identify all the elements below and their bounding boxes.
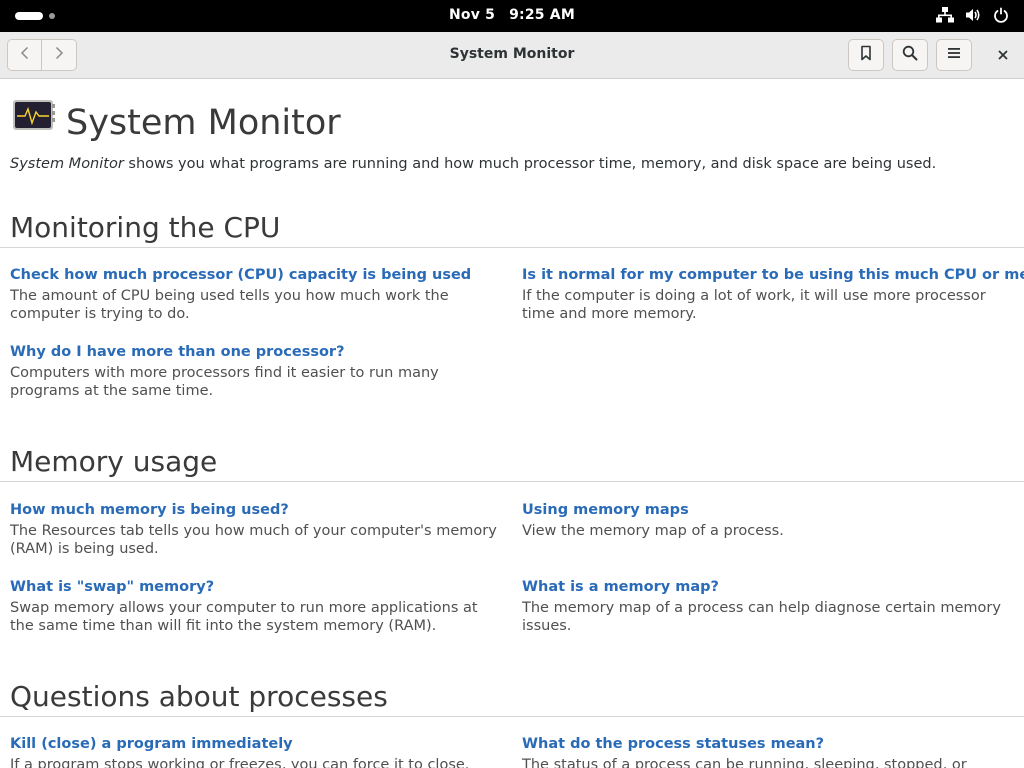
topic-link-what-memory-map: What is a memory map? The memory map of … xyxy=(522,578,1017,635)
topic-description: The Resources tab tells you how much of … xyxy=(10,523,497,557)
header-actions xyxy=(848,39,972,71)
power-icon[interactable] xyxy=(992,6,1010,24)
network-icon[interactable] xyxy=(936,6,954,24)
section-title-processes: Questions about processes xyxy=(10,680,388,713)
page-header: System Monitor xyxy=(12,99,341,143)
system-tray[interactable] xyxy=(936,6,1010,24)
topic-description: The status of a process can be running, … xyxy=(522,757,967,768)
help-content: System Monitor System Monitor shows you … xyxy=(0,80,1024,768)
clock-date: Nov 5 xyxy=(449,7,496,23)
section-divider xyxy=(0,481,1024,482)
topic-link-kill-program: Kill (close) a program immediately If a … xyxy=(10,735,505,768)
topic-link[interactable]: How much memory is being used? xyxy=(10,501,505,519)
topic-link-process-statuses: What do the process statuses mean? The s… xyxy=(522,735,1017,768)
bookmark-button[interactable] xyxy=(848,39,884,71)
topic-link-swap-memory: What is "swap" memory? Swap memory allow… xyxy=(10,578,505,635)
topic-link[interactable]: What is "swap" memory? xyxy=(10,578,505,596)
section-divider xyxy=(0,247,1024,248)
search-icon xyxy=(902,45,918,65)
topic-link[interactable]: What is a memory map? xyxy=(522,578,1017,596)
topic-link[interactable]: Is it normal for my computer to be using… xyxy=(522,266,1024,284)
topic-link-cpu-capacity: Check how much processor (CPU) capacity … xyxy=(10,266,505,323)
topic-description: Computers with more processors find it e… xyxy=(10,365,439,399)
topic-link-memory-maps: Using memory maps View the memory map of… xyxy=(522,501,1017,540)
bookmark-icon xyxy=(858,45,874,65)
menu-button[interactable] xyxy=(936,39,972,71)
top-bar: Nov 5 9:25 AM xyxy=(0,0,1024,32)
intro-app-name: System Monitor xyxy=(10,156,124,172)
topic-link[interactable]: Why do I have more than one processor? xyxy=(10,343,505,361)
topic-link[interactable]: Kill (close) a program immediately xyxy=(10,735,505,753)
topic-link-cpu-normal: Is it normal for my computer to be using… xyxy=(522,266,1024,323)
topic-description: View the memory map of a process. xyxy=(522,523,784,539)
section-divider xyxy=(0,716,1024,717)
section-title-cpu: Monitoring the CPU xyxy=(10,211,281,244)
topic-link[interactable]: Using memory maps xyxy=(522,501,1017,519)
clock-time: 9:25 AM xyxy=(509,7,575,23)
intro-text: System Monitor shows you what programs a… xyxy=(10,156,936,172)
intro-description: shows you what programs are running and … xyxy=(123,156,937,172)
topic-description: If a program stops working or freezes, y… xyxy=(10,757,470,768)
close-button[interactable] xyxy=(994,46,1012,64)
topic-description: If the computer is doing a lot of work, … xyxy=(522,288,986,322)
system-monitor-icon xyxy=(12,99,56,133)
header-bar: System Monitor xyxy=(0,32,1024,79)
close-icon xyxy=(997,46,1009,65)
topic-link[interactable]: Check how much processor (CPU) capacity … xyxy=(10,266,505,284)
section-title-memory: Memory usage xyxy=(10,445,218,478)
topic-description: Swap memory allows your computer to run … xyxy=(10,600,478,634)
topic-link[interactable]: What do the process statuses mean? xyxy=(522,735,1017,753)
search-button[interactable] xyxy=(892,39,928,71)
menu-icon xyxy=(946,45,962,65)
topic-link-memory-used: How much memory is being used? The Resou… xyxy=(10,501,505,558)
clock[interactable]: Nov 5 9:25 AM xyxy=(0,7,1024,23)
topic-description: The amount of CPU being used tells you h… xyxy=(10,288,449,322)
topic-link-multiple-processors: Why do I have more than one processor? C… xyxy=(10,343,505,400)
volume-icon[interactable] xyxy=(964,6,982,24)
page-title: System Monitor xyxy=(66,103,341,143)
topic-description: The memory map of a process can help dia… xyxy=(522,600,1001,634)
